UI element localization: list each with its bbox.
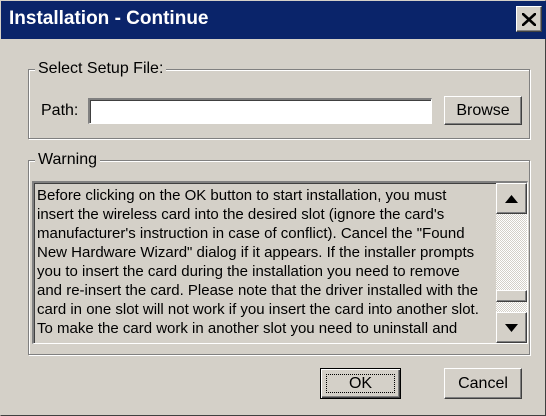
browse-button[interactable]: Browse	[444, 96, 522, 125]
close-button[interactable]	[516, 6, 542, 32]
path-label: Path:	[41, 102, 79, 119]
path-input[interactable]	[88, 98, 432, 124]
title-bar[interactable]: Installation - Continue	[1, 1, 546, 39]
warning-text-area[interactable]: Before clicking on the OK button to star…	[32, 181, 528, 344]
warning-scrollbar[interactable]	[496, 183, 527, 343]
close-icon	[522, 12, 536, 26]
warning-text: Before clicking on the OK button to star…	[37, 187, 479, 337]
ok-label: OK	[348, 374, 373, 392]
arrow-down-icon	[505, 323, 518, 332]
setup-file-legend: Select Setup File:	[35, 59, 167, 79]
scroll-up-button[interactable]	[496, 183, 527, 214]
scroll-down-button[interactable]	[496, 312, 527, 343]
window-title: Installation - Continue	[9, 8, 209, 29]
warning-legend: Warning	[35, 150, 100, 170]
scroll-thumb[interactable]	[496, 289, 527, 302]
arrow-up-icon	[505, 194, 518, 203]
ok-button[interactable]: OK	[320, 368, 401, 399]
installation-dialog: Installation - Continue Select Setup Fil…	[0, 0, 546, 416]
cancel-button[interactable]: Cancel	[444, 368, 522, 399]
